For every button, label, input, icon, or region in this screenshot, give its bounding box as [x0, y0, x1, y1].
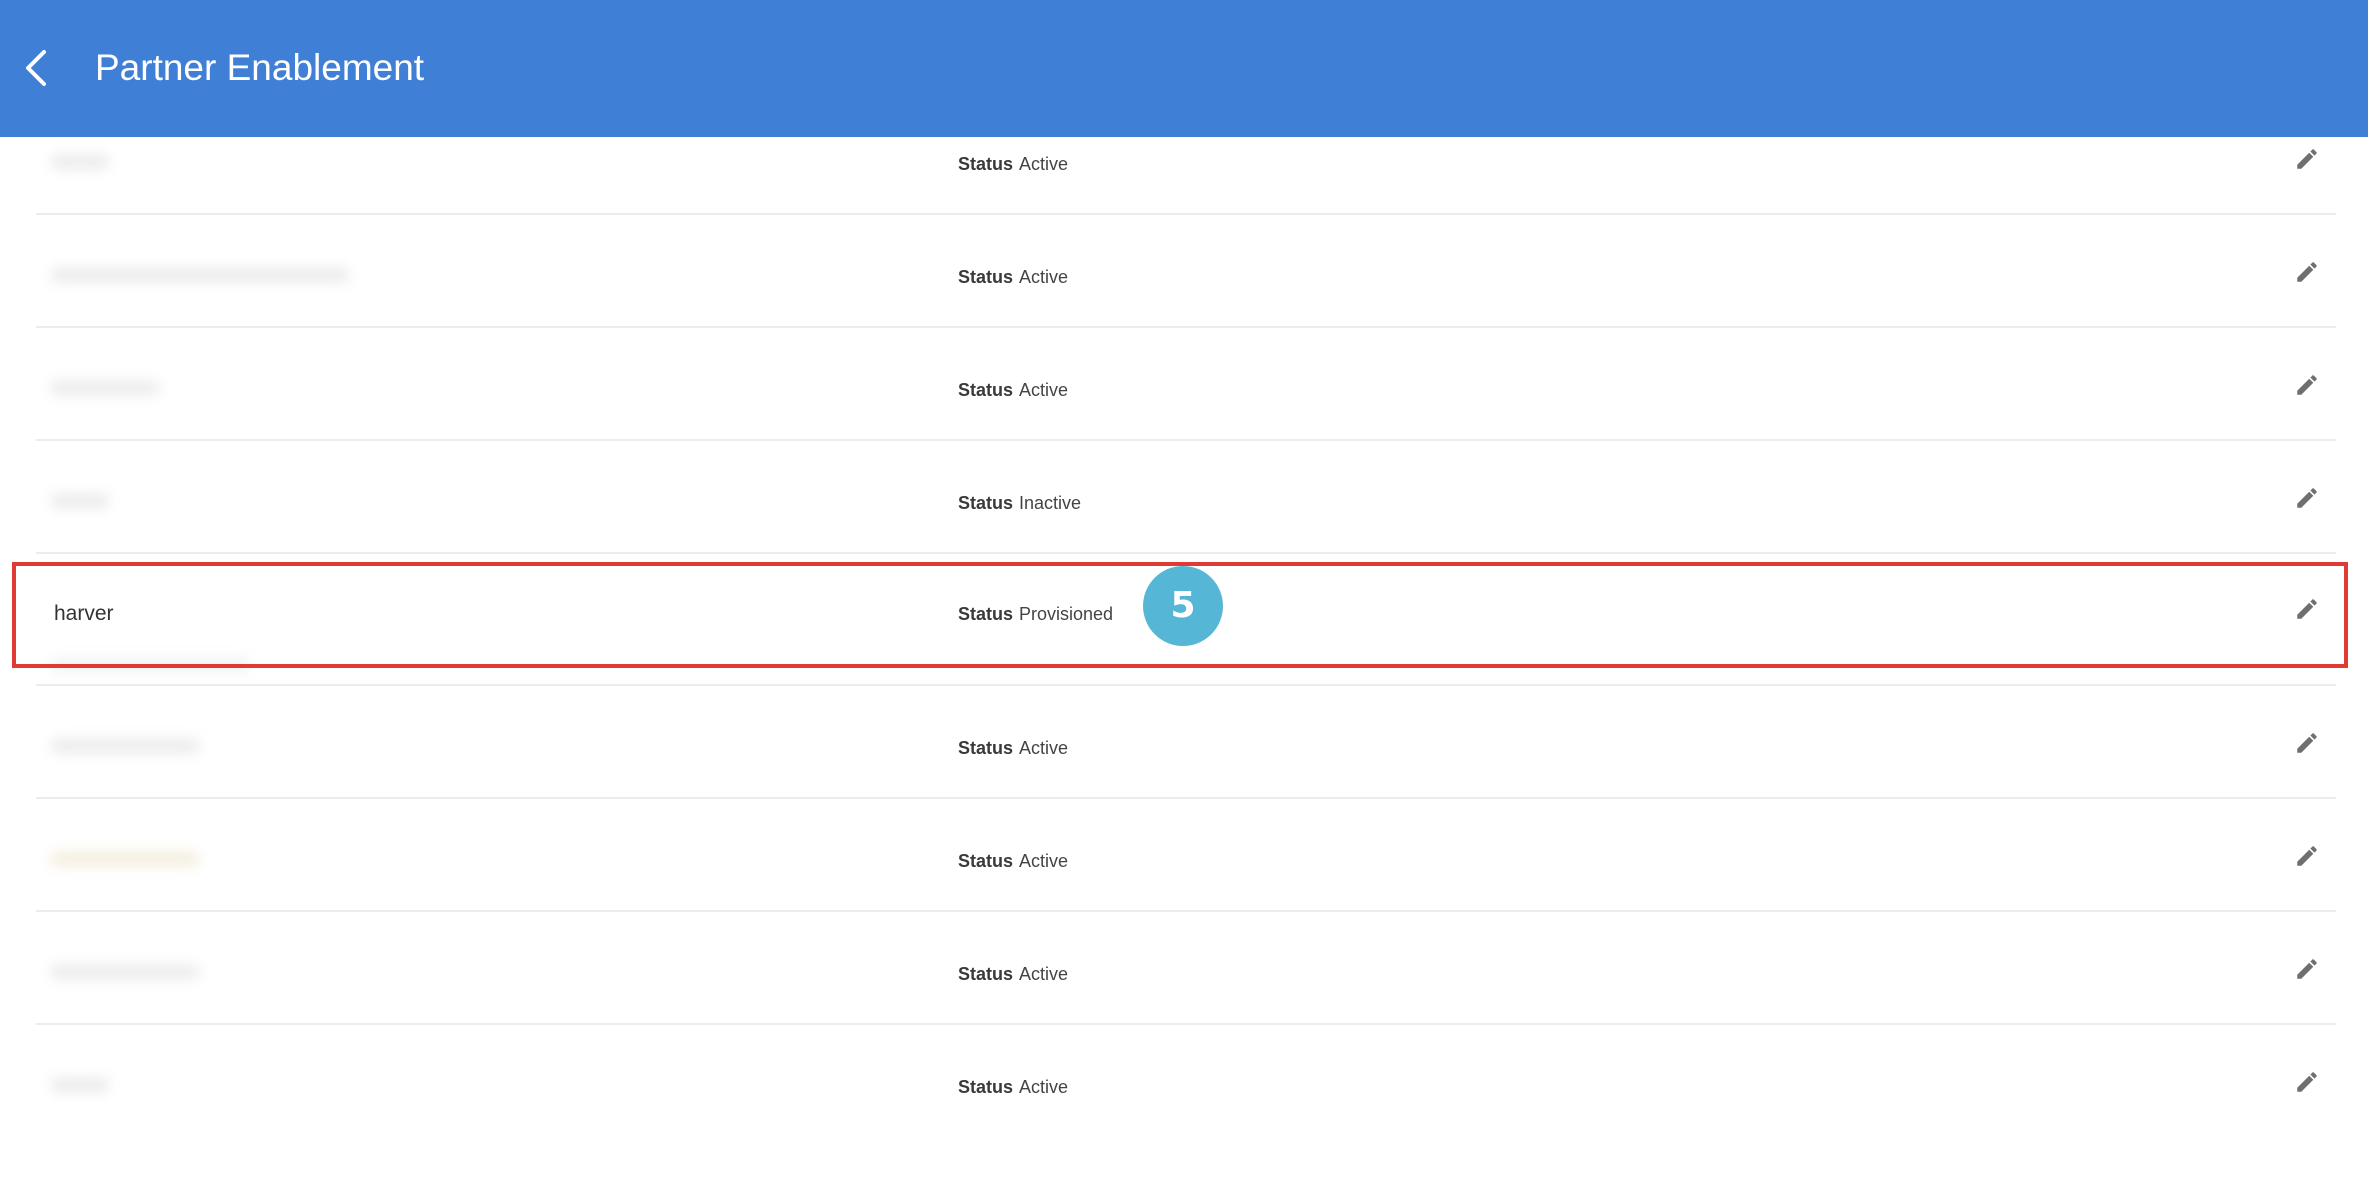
partner-name-redacted — [50, 964, 200, 980]
partner-name-redacted — [50, 380, 160, 396]
status-text: Status Active — [958, 267, 1069, 287]
partner-name-redacted — [50, 154, 110, 170]
partner-name-redacted — [50, 738, 200, 754]
pencil-icon — [2297, 846, 2317, 866]
edit-button[interactable] — [2294, 956, 2320, 982]
list-item[interactable]: Status Active — [36, 328, 2336, 441]
pencil-icon — [2297, 262, 2317, 282]
edit-button[interactable] — [2294, 730, 2320, 756]
partner-name-redacted — [50, 851, 200, 867]
pencil-icon — [2297, 488, 2317, 508]
list-item[interactable]: Status Active — [36, 102, 2336, 215]
edit-button[interactable] — [2294, 1069, 2320, 1095]
status-text: Status Active — [958, 964, 1069, 984]
status-text: Status Active — [958, 851, 1069, 871]
edit-button[interactable] — [2294, 372, 2320, 398]
edit-button[interactable] — [2294, 485, 2320, 511]
partner-name-redacted — [50, 1077, 110, 1093]
pencil-icon — [2297, 375, 2317, 395]
list-item[interactable]: Status Active — [36, 686, 2336, 799]
chevron-left-icon — [26, 50, 46, 86]
page-title: Partner Enablement — [95, 47, 425, 88]
back-button[interactable] — [14, 38, 62, 98]
pencil-icon — [2297, 149, 2317, 169]
status-text: Status Active — [958, 1077, 1069, 1097]
list-item[interactable]: Status Active — [36, 215, 2336, 328]
list-item[interactable]: Status Inactive — [36, 441, 2336, 554]
pencil-icon — [2297, 733, 2317, 753]
pencil-icon — [2297, 959, 2317, 979]
pencil-icon — [2297, 1072, 2317, 1092]
list-item[interactable]: Status Active — [36, 912, 2336, 1025]
edit-button[interactable] — [2294, 259, 2320, 285]
list-item[interactable]: Status Active — [36, 799, 2336, 912]
list-item[interactable]: Status Active — [36, 1025, 2336, 1138]
partner-name-redacted — [50, 493, 110, 509]
edit-button[interactable] — [2294, 843, 2320, 869]
status-text: Status Active — [958, 380, 1069, 400]
partner-name-redacted — [50, 267, 350, 283]
step-number-badge: 5 — [1143, 566, 1223, 646]
status-text: Status Active — [958, 738, 1069, 758]
status-text: Status Inactive — [958, 493, 1082, 513]
edit-button[interactable] — [2294, 146, 2320, 172]
status-text: Status Active — [958, 154, 1069, 174]
